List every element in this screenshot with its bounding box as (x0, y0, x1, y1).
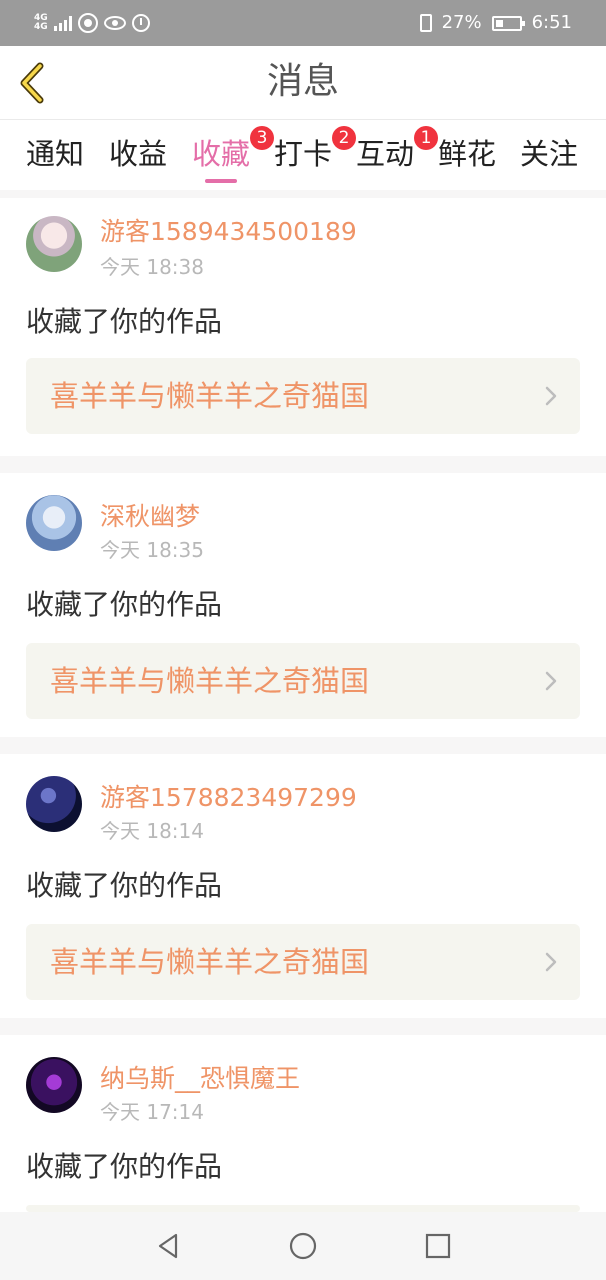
work-link[interactable] (26, 1205, 580, 1212)
tab-interaction[interactable]: 互动 1 (350, 126, 438, 178)
action-text: 收藏了你的作品 (26, 305, 223, 338)
message-card: 纳乌斯__恐惧魔王 今天 17:14 收藏了你的作品 (0, 1035, 606, 1212)
back-triangle-icon[interactable] (152, 1230, 184, 1262)
page-title: 消息 (266, 61, 339, 102)
timestamp: 今天 17:14 (100, 1100, 204, 1124)
app-header: 消息 (0, 46, 606, 120)
status-bar: 4G 4G 27% 6:51 (0, 0, 606, 46)
system-nav-bar (0, 1212, 606, 1280)
tab-label: 关注 (519, 137, 578, 171)
anime-girl-avatar[interactable] (26, 216, 82, 272)
tab-checkin[interactable]: 打卡 2 (268, 126, 356, 178)
action-text: 收藏了你的作品 (26, 588, 223, 621)
username[interactable]: 纳乌斯__恐惧魔王 (100, 1063, 300, 1095)
battery-icon (491, 15, 525, 31)
message-card: 游客1578823497299 今天 18:14 收藏了你的作品 喜羊羊与懒羊羊… (0, 754, 606, 1018)
tab-flowers[interactable]: 鲜花 (432, 134, 502, 178)
chevron-right-icon (545, 952, 557, 972)
message-card: 游客1589434500189 今天 18:38 收藏了你的作品 喜羊羊与懒羊羊… (0, 198, 606, 456)
recents-square-icon[interactable] (422, 1230, 454, 1262)
message-tabs: 通知 收益 收藏 3 打卡 2 互动 1 鲜花 关注 (0, 120, 606, 190)
action-text: 收藏了你的作品 (26, 1150, 223, 1183)
timestamp: 今天 18:14 (100, 819, 204, 843)
tab-following[interactable]: 关注 (514, 134, 584, 178)
clock: 6:51 (531, 12, 572, 33)
username[interactable]: 深秋幽梦 (100, 501, 200, 533)
ice-princess-avatar[interactable] (26, 495, 82, 551)
tab-label: 互动 (355, 137, 414, 171)
tab-label: 收藏 (191, 137, 250, 171)
work-link[interactable]: 喜羊羊与懒羊羊之奇猫国 (26, 643, 580, 719)
status-icons-left: 4G 4G (34, 11, 150, 35)
network-type: 4G 4G (34, 14, 48, 32)
message-card: 深秋幽梦 今天 18:35 收藏了你的作品 喜羊羊与懒羊羊之奇猫国 (0, 473, 606, 737)
work-title: 喜羊羊与懒羊羊之奇猫国 (50, 379, 370, 413)
username[interactable]: 游客1589434500189 (100, 216, 357, 248)
username[interactable]: 游客1578823497299 (100, 782, 357, 814)
tab-label: 鲜花 (437, 137, 496, 171)
signal-icon (53, 15, 72, 31)
chevron-right-icon (545, 671, 557, 691)
night-sky-avatar[interactable] (26, 776, 82, 832)
work-link[interactable]: 喜羊羊与懒羊羊之奇猫国 (26, 924, 580, 1000)
status-icons-right: 27% 6:51 (419, 11, 572, 35)
hd-call-icon (77, 13, 98, 33)
dark-figure-avatar[interactable] (26, 1057, 82, 1113)
tab-label: 打卡 (273, 137, 332, 171)
vibrate-icon (419, 14, 432, 32)
eye-icon (103, 16, 126, 30)
work-link[interactable]: 喜羊羊与懒羊羊之奇猫国 (26, 358, 580, 434)
work-title: 喜羊羊与懒羊羊之奇猫国 (50, 664, 370, 698)
tab-earnings[interactable]: 收益 (103, 134, 173, 178)
active-tab-indicator (205, 179, 237, 183)
tab-notify[interactable]: 通知 (20, 134, 90, 178)
chevron-right-icon (545, 386, 557, 406)
action-text: 收藏了你的作品 (26, 869, 223, 902)
network-label-bottom: 4G (34, 22, 48, 32)
tab-label: 收益 (108, 137, 167, 171)
tab-favorites[interactable]: 收藏 3 (186, 126, 274, 183)
timestamp: 今天 18:38 (100, 255, 204, 279)
work-title: 喜羊羊与懒羊羊之奇猫国 (50, 945, 370, 979)
timestamp: 今天 18:35 (100, 538, 204, 562)
home-circle-icon[interactable] (287, 1230, 319, 1262)
tab-label: 通知 (25, 137, 84, 171)
alarm-icon (131, 14, 150, 32)
battery-percent: 27% (441, 12, 482, 33)
